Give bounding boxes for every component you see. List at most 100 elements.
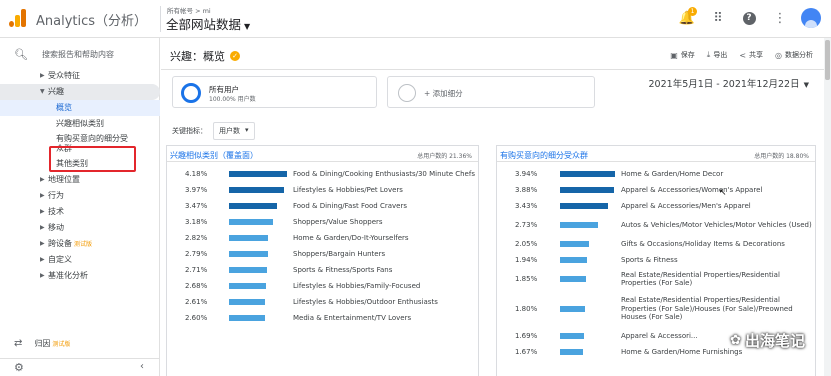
bar [560, 333, 584, 339]
row-label[interactable]: Lifestyles & Hobbies/Family-Focused [287, 282, 478, 291]
affinity-rows: 4.18% Food & Dining/Cooking Enthusiasts/3… [167, 166, 478, 326]
row-label[interactable]: Sports & Fitness/Sports Fans [287, 266, 478, 275]
page-header: 兴趣：概览 ✓ ▣ 保存 ⤓ 导出 < 共享 ◎ 数据分析 [161, 38, 831, 70]
row-label[interactable]: Media & Entertainment/TV Lovers [287, 314, 478, 323]
row-label[interactable]: Lifestyles & Hobbies/Pet Lovers [287, 186, 478, 195]
row-label[interactable]: Shoppers/Value Shoppers [287, 218, 478, 227]
table-row[interactable]: 2.73% Autos & Vehicles/Motor Vehicles/Mot… [497, 214, 815, 236]
save-button[interactable]: ▣ 保存 [670, 50, 695, 60]
main-content: 兴趣：概览 ✓ ▣ 保存 ⤓ 导出 < 共享 ◎ 数据分析 所有用户 100.00% 用… [161, 38, 831, 376]
row-label[interactable]: Home & Garden/Home Decor [615, 170, 815, 179]
table-row[interactable]: 2.60% Media & Entertainment/TV Lovers [167, 310, 478, 326]
row-percent: 2.68% [185, 282, 208, 290]
row-percent: 2.71% [185, 266, 208, 274]
bar-track [560, 171, 615, 177]
sidebar-item-affinity[interactable]: 兴趣相似类别 [0, 116, 160, 132]
sidebar-item-technology[interactable]: ▶ 技术 [0, 204, 160, 220]
sidebar-item-behavior[interactable]: ▶ 行为 [0, 188, 160, 204]
row-label[interactable]: Sports & Fitness [615, 256, 815, 265]
table-row[interactable]: 2.82% Home & Garden/Do-It-Yourselfers [167, 230, 478, 246]
sidebar-item-demographics[interactable]: ▶ 受众特征 [0, 68, 160, 84]
key-metric-label: 关键指标： [172, 127, 207, 135]
bell-icon[interactable]: 🔔 1 [677, 7, 697, 28]
more-vert-icon[interactable]: ⋮ [770, 8, 790, 28]
table-row[interactable]: 1.80% Real Estate/Residential Properties/… [497, 290, 815, 328]
row-label[interactable]: Autos & Vehicles/Motor Vehicles/Motor Ve… [615, 221, 815, 230]
scrollbar-thumb[interactable] [825, 40, 830, 80]
table-row[interactable]: 3.47% Food & Dining/Fast Food Cravers [167, 198, 478, 214]
mouse-cursor-icon: ↖ [719, 188, 727, 198]
bar-track [560, 333, 615, 339]
sidebar-item-custom[interactable]: ▶ 自定义 [0, 252, 160, 268]
sidebar-item-interests[interactable]: ▼ 兴趣 [0, 84, 160, 100]
dropdown-caret-icon: ▾ [245, 126, 249, 134]
panel-title[interactable]: 兴趣相似类别（覆盖面） [170, 150, 258, 161]
panel-title[interactable]: 有购买意向的细分受众群 [500, 150, 588, 161]
row-label[interactable]: Food & Dining/Fast Food Cravers [287, 202, 478, 211]
add-segment-card[interactable]: + 添加细分 [387, 76, 595, 108]
property-selector[interactable]: 全部网站数据 ▼ [166, 14, 250, 33]
share-button[interactable]: < 共享 [739, 50, 763, 60]
sidebar-item-overview[interactable]: 概览 [0, 100, 160, 116]
sidebar-bottom: ⇄ 归因 测试版 ⚙ ‹ [0, 334, 160, 376]
row-label[interactable]: Gifts & Occasions/Holiday Items & Decora… [615, 240, 815, 249]
bar [229, 299, 266, 305]
apps-grid-icon[interactable]: ⠿ [708, 8, 728, 28]
notification-badge: 1 [688, 7, 697, 16]
export-icon: ⤓ [706, 50, 711, 59]
row-label[interactable]: Real Estate/Residential Properties/Resid… [615, 271, 815, 288]
sidebar-item-cross-device[interactable]: ▶ 跨设备 测试版 [0, 236, 160, 252]
key-metric-select[interactable]: 用户数 ▾ [213, 122, 255, 140]
sidebar-nav: ▶ 受众特征 ▼ 兴趣 概览 兴趣相似类别 有购买意向的细分受众群 其他类别 ▶ 地理… [0, 68, 160, 284]
table-row[interactable]: 1.85% Real Estate/Residential Properties/… [497, 268, 815, 290]
row-label[interactable]: Lifestyles & Hobbies/Outdoor Enthusiasts [287, 298, 478, 307]
sidebar-item-geo[interactable]: ▶ 地理位置 [0, 172, 160, 188]
table-row[interactable]: 3.43% Apparel & Accessories/Men's Apparel [497, 198, 815, 214]
row-label[interactable]: Shoppers/Bargain Hunters [287, 250, 478, 259]
table-row[interactable]: 3.97% Lifestyles & Hobbies/Pet Lovers [167, 182, 478, 198]
vertical-scrollbar[interactable] [824, 38, 831, 376]
segment-circle-icon [181, 83, 201, 103]
sidebar-search[interactable]: 🔍︎ 搜索报告和帮助内容 [14, 48, 114, 61]
table-row[interactable]: 2.05% Gifts & Occasions/Holiday Items & D… [497, 236, 815, 252]
export-button[interactable]: ⤓ 导出 [707, 50, 728, 60]
table-row[interactable]: 2.61% Lifestyles & Hobbies/Outdoor Enthus… [167, 294, 478, 310]
table-row[interactable]: 2.79% Shoppers/Bargain Hunters [167, 246, 478, 262]
sidebar-item-benchmarking[interactable]: ▶ 基准化分析 [0, 268, 160, 284]
bar [229, 203, 278, 209]
segment-card-all-users[interactable]: 所有用户 100.00% 用户数 [172, 76, 377, 108]
collapse-sidebar-icon[interactable]: ‹ [140, 361, 144, 372]
row-label[interactable]: Apparel & Accessories/Women's Apparel [615, 186, 815, 195]
attribution-icon: ⇄ [14, 338, 23, 349]
row-label[interactable]: Food & Dining/Cooking Enthusiasts/30 Min… [287, 170, 478, 179]
row-percent: 1.94% [515, 256, 538, 264]
table-row[interactable]: 3.88% Apparel & Accessories/Women's Appar… [497, 182, 815, 198]
help-icon[interactable]: ? [739, 8, 759, 28]
analytics-logo-icon[interactable] [9, 9, 27, 27]
table-row[interactable]: 2.71% Sports & Fitness/Sports Fans [167, 262, 478, 278]
key-metric-row: 关键指标： 用户数 ▾ [172, 122, 255, 140]
bar-track [229, 251, 287, 257]
sidebar-item-mobile[interactable]: ▶ 移动 [0, 220, 160, 236]
date-range-picker[interactable]: 2021年5月1日 - 2021年12月22日 ▼ [649, 76, 809, 90]
table-row[interactable]: 1.94% Sports & Fitness [497, 252, 815, 268]
account-icon[interactable] [801, 8, 821, 28]
app-title: Analytics（分析） [36, 14, 148, 29]
sidebar-item-attribution[interactable]: ⇄ 归因 测试版 [14, 338, 70, 349]
bar-track [560, 276, 615, 282]
row-percent: 2.82% [185, 234, 208, 242]
table-row[interactable]: 4.18% Food & Dining/Cooking Enthusiasts/3… [167, 166, 478, 182]
insights-button[interactable]: ◎ 数据分析 [775, 50, 813, 60]
gear-icon[interactable]: ⚙ [14, 361, 24, 374]
table-row[interactable]: 3.94% Home & Garden/Home Decor [497, 166, 815, 182]
table-row[interactable]: 2.68% Lifestyles & Hobbies/Family-Focused [167, 278, 478, 294]
row-label[interactable]: Real Estate/Residential Properties/Resid… [615, 296, 815, 322]
row-percent: 4.18% [185, 170, 208, 178]
row-percent: 3.47% [185, 202, 208, 210]
row-label[interactable]: Home & Garden/Do-It-Yourselfers [287, 234, 478, 243]
table-row[interactable]: 3.18% Shoppers/Value Shoppers [167, 214, 478, 230]
top-bar: Analytics（分析） 所有帐号 > mi 全部网站数据 ▼ 🔔 1 ⠿ ? ⋮ [0, 0, 831, 38]
row-label[interactable]: Apparel & Accessories/Men's Apparel [615, 202, 815, 211]
bar-track [560, 241, 615, 247]
row-percent: 2.79% [185, 250, 208, 258]
